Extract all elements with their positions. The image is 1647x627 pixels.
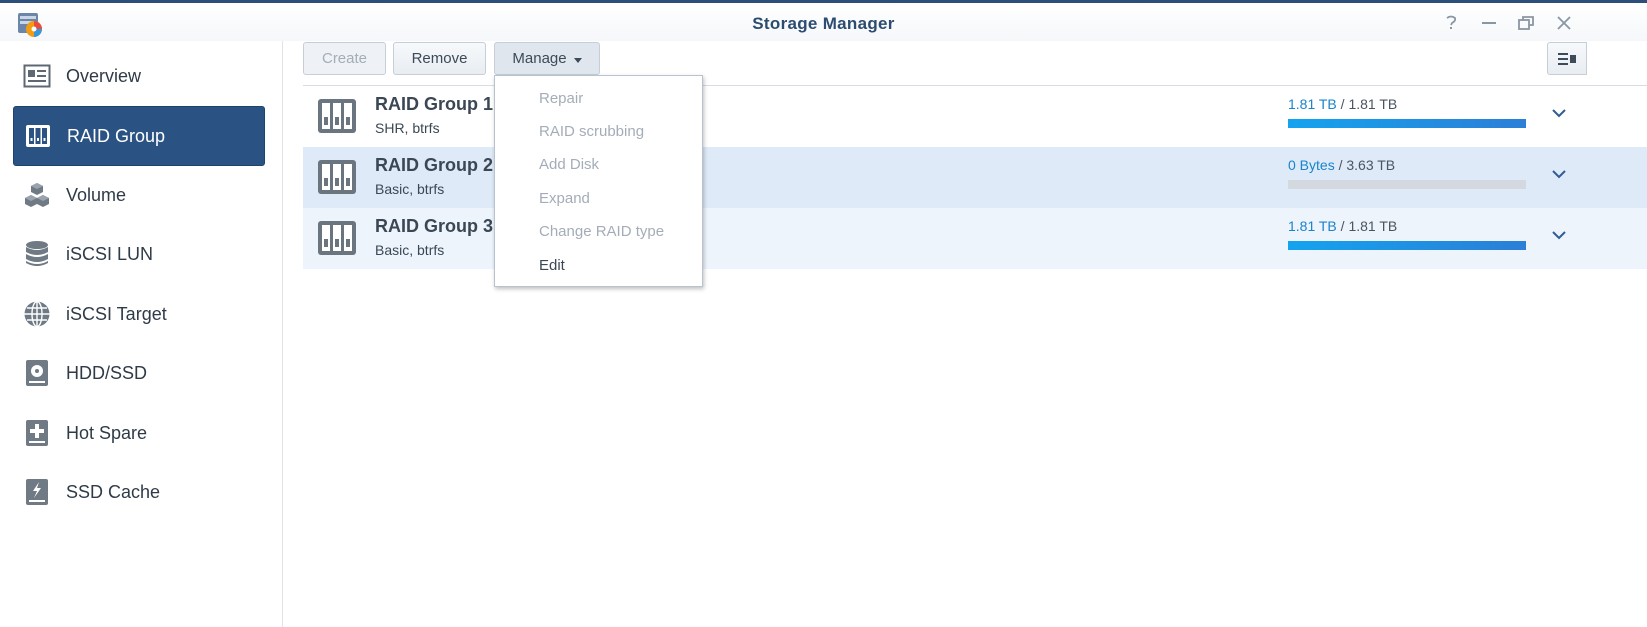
minimize-icon[interactable] xyxy=(1478,12,1500,34)
sidebar-item-overview[interactable]: Overview xyxy=(13,46,265,106)
volume-icon xyxy=(22,180,52,210)
sidebar-item-label: RAID Group xyxy=(67,125,166,146)
menu-item-expand[interactable]: Expand xyxy=(539,190,590,207)
total-capacity: 1.81 TB xyxy=(1348,218,1398,234)
sidebar-item-ssd-cache[interactable]: SSD Cache xyxy=(13,462,265,522)
sidebar-item-label: iSCSI Target xyxy=(66,303,167,324)
sidebar-item-iscsi-lun[interactable]: iSCSI LUN xyxy=(13,224,265,284)
close-icon[interactable] xyxy=(1553,12,1575,34)
usage-bar xyxy=(1288,180,1526,189)
create-button[interactable]: Create xyxy=(303,42,386,75)
raid-group-description: Basic, btrfs xyxy=(375,181,445,197)
sidebar-item-hdd-ssd[interactable]: HDD/SSD xyxy=(13,343,265,403)
restore-icon[interactable] xyxy=(1515,12,1537,34)
overview-icon xyxy=(22,61,52,91)
raid-group-name: RAID Group 2 xyxy=(375,155,494,175)
manage-dropdown-menu: Repair RAID scrubbing Add Disk Expand Ch… xyxy=(494,75,703,287)
menu-item-repair[interactable]: Repair xyxy=(539,90,583,107)
raid-group-name: RAID Group 1 xyxy=(375,94,494,114)
menu-item-change-raid-type[interactable]: Change RAID type xyxy=(539,223,664,240)
raid-group-description: SHR, btrfs xyxy=(375,120,440,136)
used-capacity: 1.81 TB xyxy=(1288,218,1337,234)
usage-bar-fill xyxy=(1288,119,1526,128)
usage-text: 1.81 TB / 1.81 TB xyxy=(1288,218,1398,234)
list-view-icon xyxy=(1558,53,1576,65)
window-title: Storage Manager xyxy=(752,14,895,33)
menu-item-edit[interactable]: Edit xyxy=(539,257,565,274)
sidebar-item-hot-spare[interactable]: Hot Spare xyxy=(13,403,265,463)
sidebar-item-label: Volume xyxy=(66,184,127,205)
remove-button[interactable]: Remove xyxy=(393,42,486,75)
raid-group-icon xyxy=(23,121,53,151)
sidebar-item-label: HDD/SSD xyxy=(66,362,148,383)
menu-item-add-disk[interactable]: Add Disk xyxy=(539,156,599,173)
total-capacity: 1.81 TB xyxy=(1348,96,1398,112)
manage-button[interactable]: Manage xyxy=(494,42,600,75)
usage-bar-fill xyxy=(1288,241,1526,250)
menu-item-raid-scrubbing[interactable]: RAID scrubbing xyxy=(539,123,644,140)
manage-button-label: Manage xyxy=(512,50,567,67)
sidebar-item-raid-group[interactable]: RAID Group xyxy=(13,106,265,166)
total-capacity: 3.63 TB xyxy=(1346,157,1396,173)
sidebar-item-iscsi-target[interactable]: iSCSI Target xyxy=(13,284,265,344)
raid-group-name: RAID Group 3 xyxy=(375,216,494,236)
chevron-down-icon xyxy=(573,57,582,63)
used-capacity: 0 Bytes xyxy=(1288,157,1335,173)
raid-group-icon xyxy=(318,221,356,255)
title-bar: Storage Manager xyxy=(0,3,1647,41)
chevron-down-icon[interactable] xyxy=(1550,165,1568,183)
sidebar-item-label: Hot Spare xyxy=(66,422,148,443)
chevron-down-icon[interactable] xyxy=(1550,226,1568,244)
globe-icon xyxy=(22,299,52,329)
usage-text: 0 Bytes / 3.63 TB xyxy=(1288,157,1396,173)
sidebar-item-volume[interactable]: Volume xyxy=(13,165,265,225)
hot-spare-icon xyxy=(22,418,52,448)
usage-bar xyxy=(1288,119,1526,128)
sidebar-item-label: Overview xyxy=(66,65,142,86)
sidebar-item-label: iSCSI LUN xyxy=(66,243,154,264)
sidebar: Overview RAID Group Volume iSCSI LUN iSC… xyxy=(0,41,283,627)
raid-group-description: Basic, btrfs xyxy=(375,242,445,258)
ssd-cache-icon xyxy=(22,477,52,507)
sidebar-item-label: SSD Cache xyxy=(66,481,161,502)
database-icon xyxy=(22,239,52,269)
hdd-icon xyxy=(22,358,52,388)
used-capacity: 1.81 TB xyxy=(1288,96,1337,112)
raid-group-icon xyxy=(318,160,356,194)
usage-bar xyxy=(1288,241,1526,250)
view-toggle-button[interactable] xyxy=(1547,42,1587,75)
help-icon[interactable] xyxy=(1440,12,1462,34)
raid-group-icon xyxy=(318,99,356,133)
usage-text: 1.81 TB / 1.81 TB xyxy=(1288,96,1398,112)
chevron-down-icon[interactable] xyxy=(1550,104,1568,122)
